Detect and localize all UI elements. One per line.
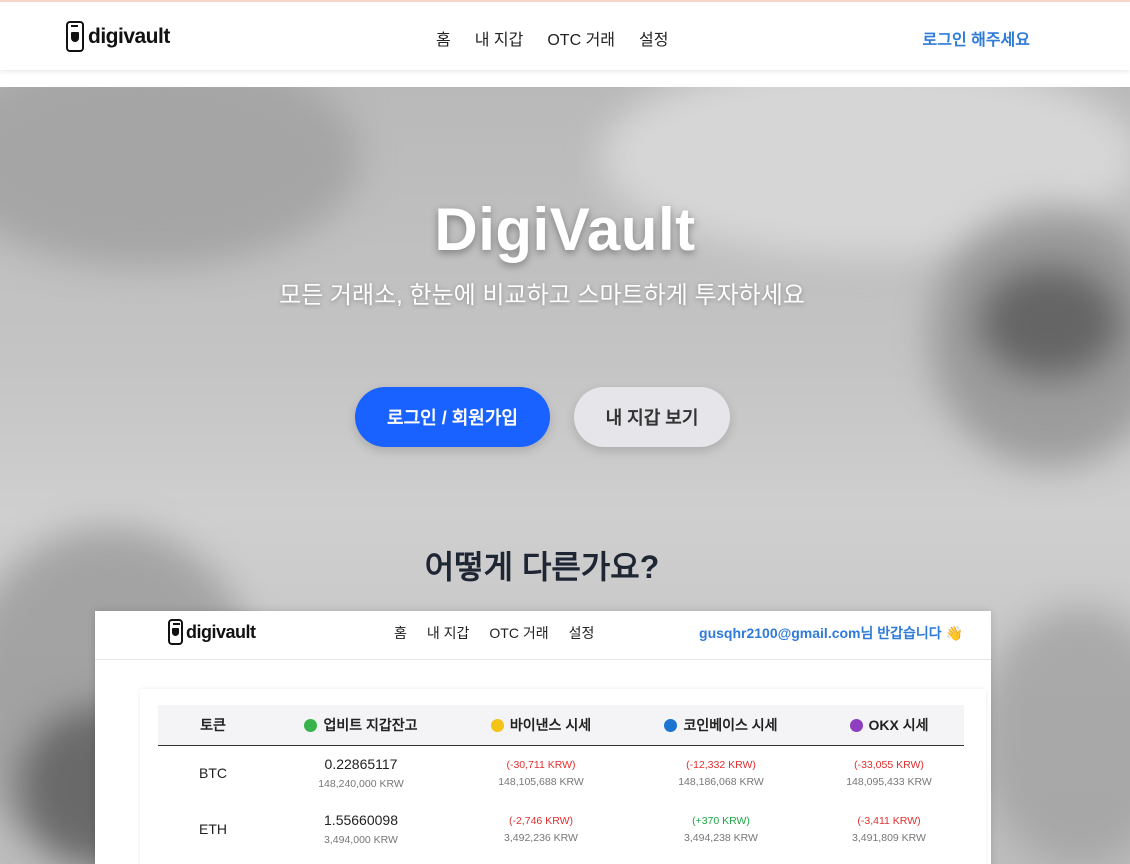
preview-user-greeting: gusqhr2100@gmail.com님 반갑습니다 👋 (699, 625, 963, 641)
preview-brand-name: digivault (186, 621, 256, 642)
phone-shield-icon (168, 619, 183, 645)
hero-title: DigiVault (434, 196, 696, 263)
upbit-balance-cell: 0.22865117 148,240,000 KRW (318, 756, 404, 791)
upbit-dot-icon (304, 718, 318, 732)
table-row: BTC 0.22865117 148,240,000 KRW (-30,711 K… (158, 745, 964, 801)
binance-price-cell: (-30,711 KRW) 148,105,688 KRW (498, 758, 584, 788)
login-signup-button[interactable]: 로그인 / 회원가입 (355, 387, 550, 447)
coinbase-price-cell: (-12,332 KRW) 148,186,068 KRW (678, 758, 764, 788)
app-preview-screenshot: digivault 홈 내 지갑 OTC 거래 설정 gusqhr2100@gm… (95, 611, 991, 864)
binance-price-cell: (-2,746 KRW) 3,492,236 KRW (504, 814, 578, 844)
preview-menu: 홈 내 지갑 OTC 거래 설정 (394, 623, 594, 643)
nav-item-home[interactable]: 홈 (436, 26, 451, 50)
token-table-header: 토큰 업비트 지갑잔고 바이낸스 시세 코인베이스 시세 OKX 시세 (158, 705, 964, 746)
nav-item-wallet[interactable]: 내 지갑 (475, 26, 524, 50)
token-symbol: BTC (199, 765, 227, 782)
upbit-balance-cell: 1.55660098 3,494,000 KRW (324, 812, 398, 846)
preview-navbar: digivault 홈 내 지갑 OTC 거래 설정 gusqhr2100@gm… (95, 611, 991, 660)
table-row: ETH 1.55660098 3,494,000 KRW (-2,746 KRW)… (158, 801, 964, 857)
hero-subtitle: 모든 거래소, 한눈에 비교하고 스마트하게 투자하세요 (279, 282, 805, 309)
brand-logo[interactable]: digivault (66, 21, 170, 52)
hero-section: DigiVault 모든 거래소, 한눈에 비교하고 스마트하게 투자하세요 로… (0, 87, 1130, 864)
token-table: 토큰 업비트 지갑잔고 바이낸스 시세 코인베이스 시세 OKX 시세 BTC … (158, 705, 964, 857)
okx-dot-icon (849, 718, 863, 732)
preview-brand-logo: digivault (168, 619, 256, 645)
preview-token-card: 토큰 업비트 지갑잔고 바이낸스 시세 코인베이스 시세 OKX 시세 BTC … (140, 689, 986, 864)
nav-item-settings[interactable]: 설정 (639, 26, 668, 50)
section-title: 어떻게 다른가요? (424, 549, 660, 585)
binance-dot-icon (490, 718, 504, 732)
main-menu: 홈 내 지갑 OTC 거래 설정 (436, 26, 668, 50)
login-link[interactable]: 로그인 해주세요 (923, 26, 1031, 50)
preview-nav-item: 내 지갑 (426, 625, 470, 641)
top-navbar: digivault 홈 내 지갑 OTC 거래 설정 로그인 해주세요 (0, 2, 1130, 70)
okx-price-cell: (-3,411 KRW) 3,491,809 KRW (852, 814, 926, 844)
phone-shield-icon (66, 21, 84, 52)
preview-nav-item: 홈 (394, 625, 407, 641)
view-wallet-button[interactable]: 내 지갑 보기 (574, 387, 730, 447)
brand-name: digivault (88, 24, 170, 48)
okx-price-cell: (-33,055 KRW) 148,095,433 KRW (846, 758, 932, 788)
coinbase-price-cell: (+370 KRW) 3,494,238 KRW (684, 814, 758, 844)
col-upbit: 업비트 지갑잔고 (268, 705, 454, 746)
nav-item-otc[interactable]: OTC 거래 (547, 26, 615, 50)
col-token: 토큰 (158, 705, 268, 746)
preview-nav-item: 설정 (568, 625, 595, 641)
coinbase-dot-icon (664, 718, 678, 732)
col-okx: OKX 시세 (814, 705, 964, 746)
col-coinbase: 코인베이스 시세 (628, 705, 814, 746)
col-binance: 바이낸스 시세 (454, 705, 628, 746)
token-symbol: ETH (199, 821, 227, 837)
preview-nav-item: OTC 거래 (489, 625, 549, 641)
hero-bg-blur (980, 607, 1130, 864)
